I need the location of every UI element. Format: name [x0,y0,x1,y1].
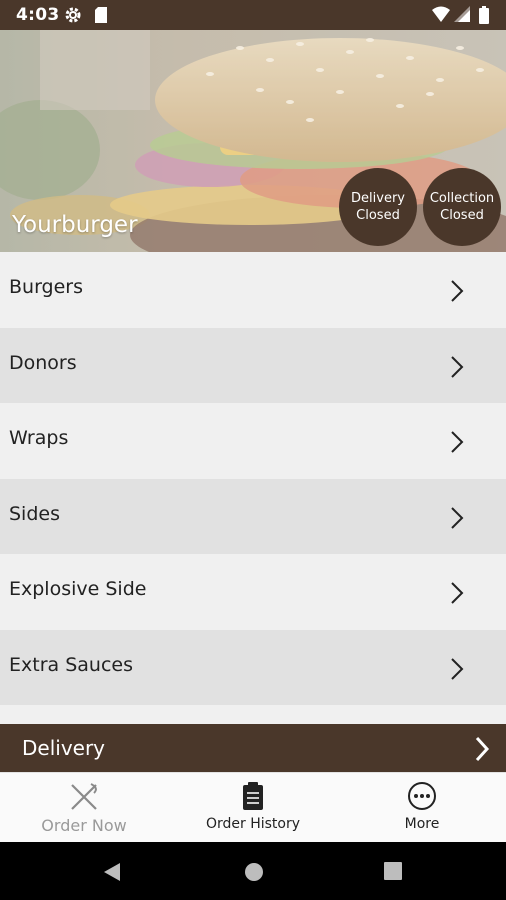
menu-item-label: Extra Sauces [9,653,133,676]
clipboard-icon [242,781,264,815]
signal-icon [454,6,470,26]
restaurant-name: Yourburger [12,212,138,238]
chevron-right-icon [474,736,490,766]
nav-order-history[interactable]: Order History [169,773,337,843]
delivery-status-value: Closed [356,208,400,223]
menu-item-sides[interactable]: Sides [0,478,506,554]
delivery-mode-label: Delivery [22,736,106,760]
menu-item-label: Explosive Side [9,578,147,600]
more-dots-icon [407,781,437,815]
sd-card-icon [94,6,108,28]
chevron-right-icon [450,581,464,609]
wifi-icon [432,6,450,26]
menu-item-label: Burgers [9,276,84,298]
battery-icon [479,6,489,28]
menu-item-burgers[interactable]: Burgers [0,252,506,328]
menu-item-label: Donors [9,351,77,374]
nav-order-now[interactable]: Order Now [0,773,168,843]
fork-knife-icon [68,781,100,817]
menu-item-donors[interactable]: Donors [0,327,506,403]
menu-item-explosive-side[interactable]: Explosive Side [0,554,506,630]
system-navigation-bar [0,842,506,900]
chevron-right-icon [450,506,464,534]
delivery-status-badge: Delivery Closed [339,168,417,246]
status-bar: 4:03 [0,0,506,30]
menu-item-label: Sides [9,502,60,525]
chevron-right-icon [450,279,464,307]
delivery-status-label: Delivery [351,191,405,206]
home-icon[interactable] [244,862,264,886]
nav-order-now-label: Order Now [41,816,127,835]
chevron-right-icon [450,430,464,458]
delivery-mode-bar[interactable]: Delivery [0,724,506,772]
bottom-navigation: Order Now Order History More [0,772,506,842]
nav-more[interactable]: More [338,773,506,843]
back-icon[interactable] [102,862,122,886]
collection-status-label: Collection [429,191,495,206]
menu-item-label: Wraps [9,427,69,449]
status-time: 4:03 [16,5,60,25]
menu-item-wraps[interactable]: Wraps [0,403,506,479]
chevron-right-icon [450,355,464,383]
collection-status-value: Closed [440,208,484,223]
collection-status-badge: Collection Closed [423,168,501,246]
nav-order-history-label: Order History [205,816,301,832]
settings-gear-icon [64,6,82,28]
recents-icon[interactable] [384,862,402,884]
chevron-right-icon [450,657,464,685]
menu-category-list: Burgers Donors Wraps Sides Explosive Sid… [0,252,506,705]
menu-item-extra-sauces[interactable]: Extra Sauces [0,629,506,705]
hero-banner: Yourburger Delivery Closed Collection Cl… [0,30,506,252]
nav-more-label: More [404,816,440,832]
